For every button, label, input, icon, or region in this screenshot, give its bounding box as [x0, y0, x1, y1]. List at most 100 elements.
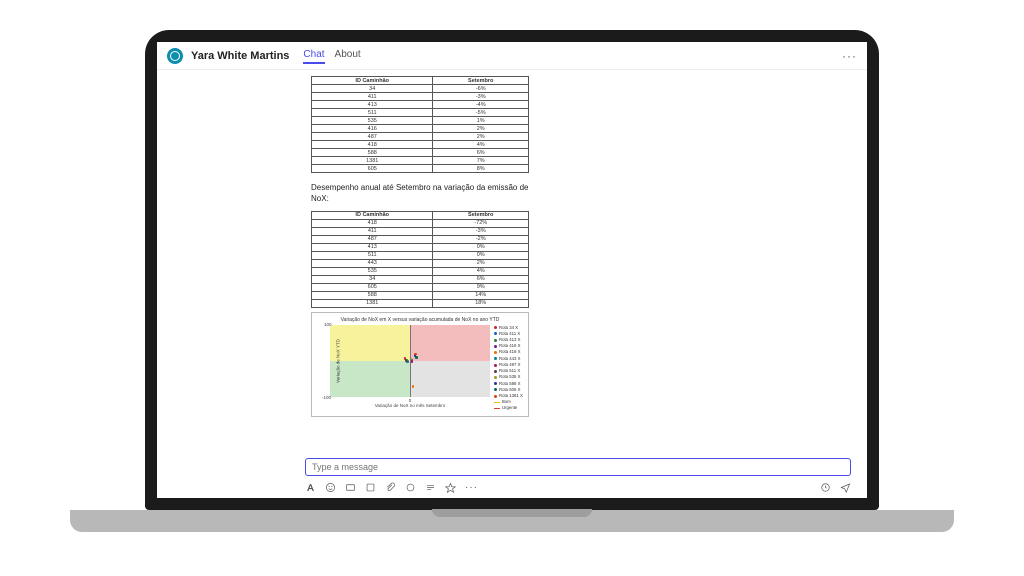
table-cell: -4%	[433, 101, 529, 109]
legend-marker-icon	[494, 357, 497, 360]
table-row: 4432%	[312, 259, 529, 267]
send-icon[interactable]	[840, 482, 851, 493]
table-cell: 535	[312, 267, 433, 275]
table-row: 5886%	[312, 149, 529, 157]
loop-icon[interactable]	[405, 482, 416, 493]
table-row: 13817%	[312, 157, 529, 165]
table-cell: 411	[312, 227, 433, 235]
table-row: 5351%	[312, 117, 529, 125]
stream-icon[interactable]	[425, 482, 436, 493]
table-row: 418-72%	[312, 219, 529, 227]
table-row: 4130%	[312, 243, 529, 251]
table-row: 34-6%	[312, 85, 529, 93]
header-more-icon[interactable]: ···	[842, 49, 857, 63]
table-cell: 487	[312, 133, 433, 141]
message-composer: ···	[305, 458, 851, 494]
table-cell: -2%	[433, 235, 529, 243]
table-cell: -3%	[433, 227, 529, 235]
chat-feed: ID Caminhão Setembro 34-6%411-3%413-4%51…	[157, 70, 867, 454]
table-cell: 1%	[433, 117, 529, 125]
tab-chat[interactable]: Chat	[303, 47, 324, 64]
table-cell: 0%	[433, 251, 529, 259]
legend-marker-icon	[494, 395, 497, 398]
legend-line-icon	[494, 408, 500, 409]
table-row: 411-3%	[312, 227, 529, 235]
chart-tick: 100	[324, 322, 332, 327]
compose-toolbar: ···	[305, 480, 851, 494]
legend-marker-icon	[494, 326, 497, 329]
chart-legend: Rota 34 XRota 411 XRota 413 XRota 416 XR…	[494, 325, 524, 412]
legend-line-icon	[494, 402, 500, 403]
table-cell: 443	[312, 259, 433, 267]
table-cell: 6%	[433, 275, 529, 283]
legend-marker-icon	[494, 370, 497, 373]
table-cell: 416	[312, 125, 433, 133]
legend-marker-icon	[494, 382, 497, 385]
chart-title: Variação de NoX em X versus variação acu…	[316, 317, 524, 323]
table-cell: 411	[312, 93, 433, 101]
section-title: Desempenho anual até Setembro na variaçã…	[311, 183, 529, 205]
table-cell: 1381	[312, 157, 433, 165]
attachment-icon[interactable]	[385, 482, 396, 493]
table-row: 4872%	[312, 133, 529, 141]
sticker-icon[interactable]	[365, 482, 376, 493]
legend-marker-icon	[494, 376, 497, 379]
table-row: 58814%	[312, 291, 529, 299]
table-cell: 2%	[433, 125, 529, 133]
table-emissions-2: ID Caminhão Setembro 418-72%411-3%487-2%…	[311, 211, 529, 308]
gif-icon[interactable]	[345, 482, 356, 493]
table-row: 411-3%	[312, 93, 529, 101]
tab-about[interactable]: About	[335, 47, 361, 64]
legend-marker-icon	[494, 364, 497, 367]
chart-tick: 0	[409, 398, 412, 403]
table-cell: 2%	[433, 133, 529, 141]
table-cell: 413	[312, 243, 433, 251]
table-row: 4162%	[312, 125, 529, 133]
table-cell: -3%	[433, 93, 529, 101]
legend-marker-icon	[494, 339, 497, 342]
header-tabs: Chat About	[303, 47, 360, 64]
compose-input-box[interactable]	[305, 458, 851, 476]
quadrant-chart: Variação de NoX em X versus variação acu…	[311, 312, 529, 417]
table-row: 5354%	[312, 267, 529, 275]
compose-input[interactable]	[312, 462, 844, 472]
chart-point	[415, 356, 418, 359]
message-card: ID Caminhão Setembro 34-6%411-3%413-4%51…	[305, 70, 535, 423]
table-cell: 4%	[433, 267, 529, 275]
table-cell: 511	[312, 109, 433, 117]
chart-point	[410, 360, 413, 363]
table-header: Setembro	[433, 211, 529, 219]
actions-icon[interactable]	[445, 482, 456, 493]
table-row: 487-2%	[312, 235, 529, 243]
table-cell: 8%	[433, 165, 529, 173]
table-cell: 9%	[433, 283, 529, 291]
table-row: 6058%	[312, 165, 529, 173]
table-header: Setembro	[433, 77, 529, 85]
table-cell: 18%	[433, 299, 529, 307]
chart-plot-area: 100 -100 0 Variação de NoX YTD	[330, 325, 490, 397]
emoji-icon[interactable]	[325, 482, 336, 493]
table-cell: 588	[312, 291, 433, 299]
schedule-icon[interactable]	[820, 482, 831, 493]
table-cell: -6%	[433, 85, 529, 93]
legend-marker-icon	[494, 351, 497, 354]
legend-marker-icon	[494, 388, 497, 391]
table-cell: 535	[312, 117, 433, 125]
table-emissions-1: ID Caminhão Setembro 34-6%411-3%413-4%51…	[311, 76, 529, 173]
compose-more-icon[interactable]: ···	[465, 482, 478, 493]
header-bar: Yara White Martins Chat About ···	[157, 42, 867, 70]
table-row: 346%	[312, 275, 529, 283]
chart-ylabel: Variação de NoX YTD	[335, 339, 340, 383]
table-cell: -72%	[433, 219, 529, 227]
laptop-frame: Yara White Martins Chat About ··· ID Cam…	[145, 30, 879, 510]
format-icon[interactable]	[305, 482, 316, 493]
legend-marker-icon	[494, 332, 497, 335]
legend-label: Urgente	[502, 405, 517, 411]
table-header: ID Caminhão	[312, 211, 433, 219]
table-cell: 0%	[433, 243, 529, 251]
table-cell: 588	[312, 149, 433, 157]
table-cell: 605	[312, 283, 433, 291]
table-cell: 34	[312, 85, 433, 93]
app-window: Yara White Martins Chat About ··· ID Cam…	[157, 42, 867, 498]
table-cell: 413	[312, 101, 433, 109]
